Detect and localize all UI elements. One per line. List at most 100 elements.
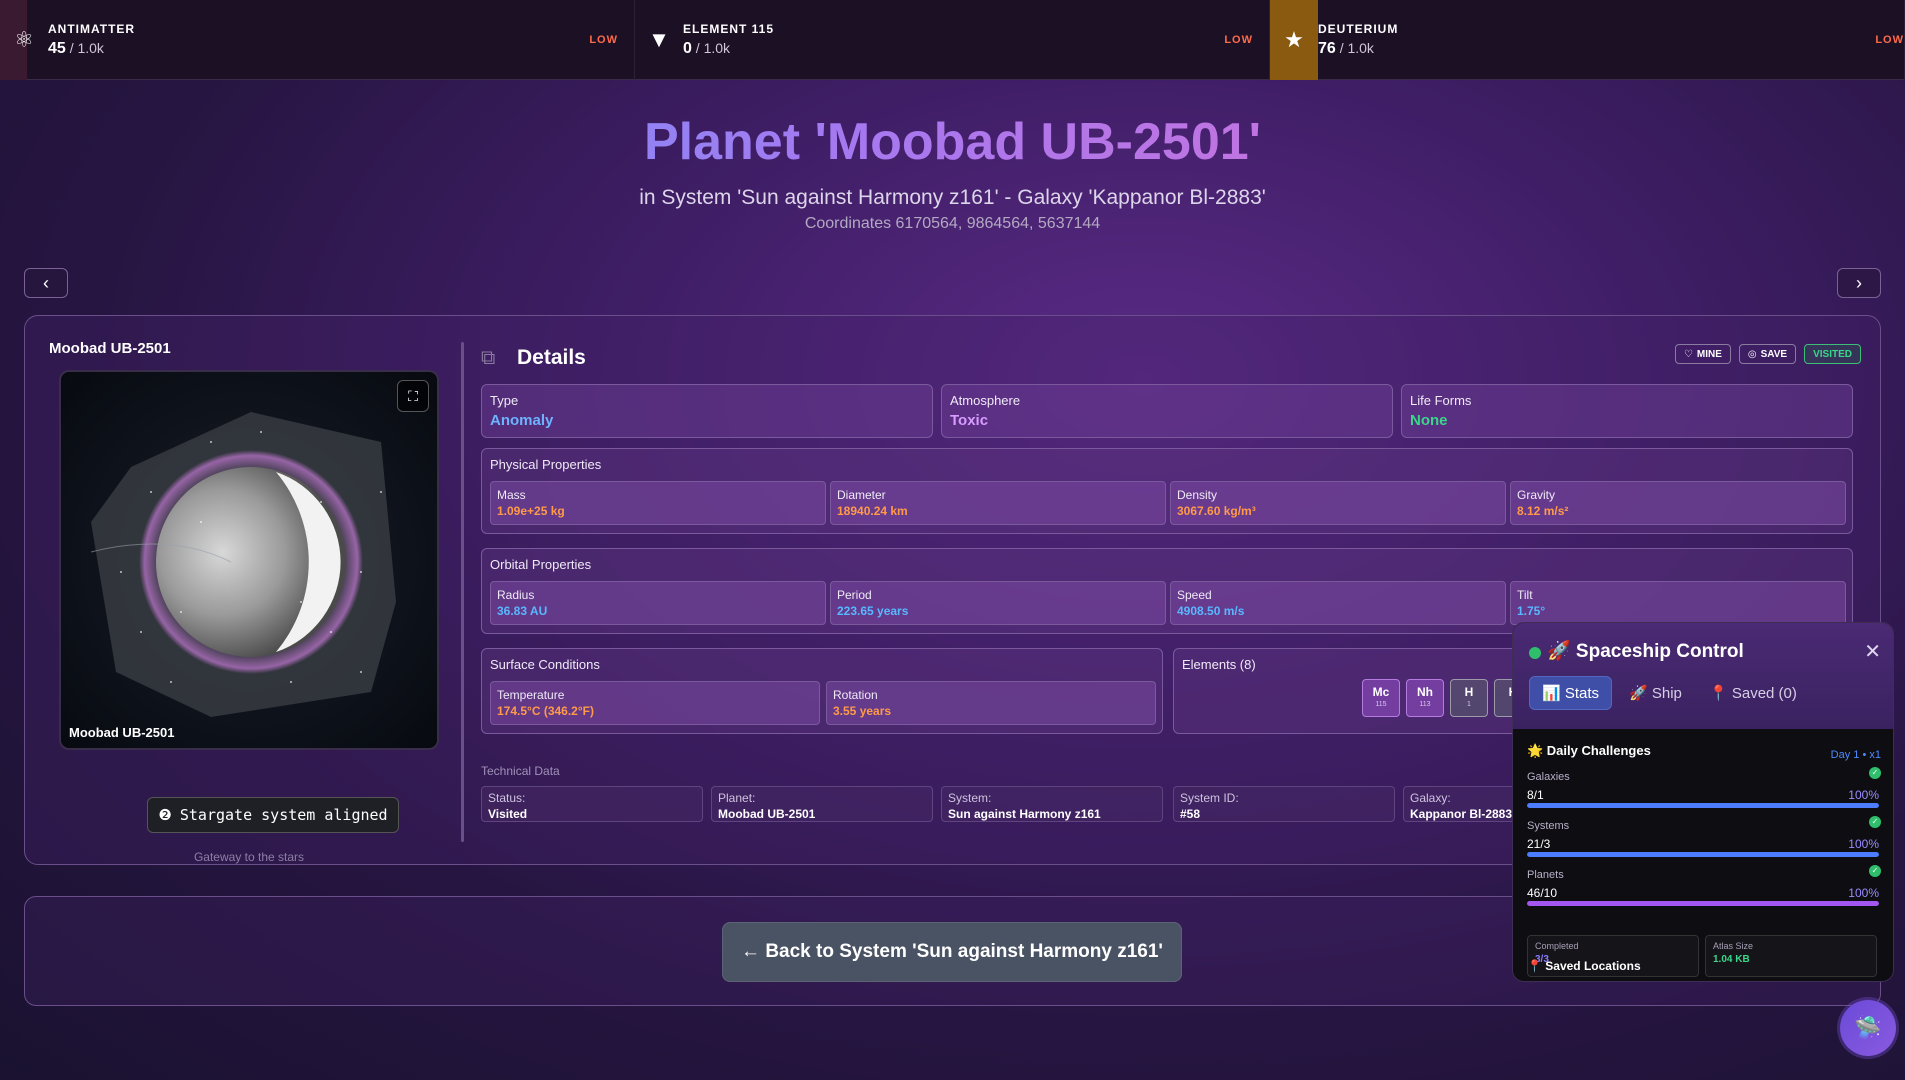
tilt-value: 1.75°	[1517, 604, 1546, 618]
close-icon[interactable]: ✕	[1864, 639, 1881, 664]
saved-locations-title: 📍 Saved Locations	[1527, 959, 1641, 973]
tab-ship[interactable]: 🚀 Ship	[1617, 676, 1694, 710]
radius-cell: Radius 36.83 AU	[490, 581, 826, 625]
temperature-value: 174.5°C (346.2°F)	[497, 704, 594, 718]
chevron-left-icon: ‹	[43, 272, 49, 293]
challenge-label: Galaxies	[1527, 771, 1570, 783]
period-value: 223.65 years	[837, 604, 909, 618]
resource-max: / 1.0k	[69, 40, 104, 56]
spaceship-header: 🚀 Spaceship Control ✕ 📊 Stats 🚀 Ship 📍 S…	[1513, 623, 1893, 729]
temperature-label: Temperature	[497, 688, 565, 702]
element-symbol: Mc	[1372, 685, 1390, 699]
expand-icon[interactable]: ⛶	[397, 380, 429, 412]
back-to-system-button[interactable]: ← Back to System 'Sun against Harmony z1…	[722, 922, 1182, 982]
challenge-galaxies: Galaxies 8/1 100% ✓	[1527, 767, 1881, 808]
rotation-value: 3.55 years	[833, 704, 892, 718]
element-number: 115	[1375, 701, 1387, 708]
challenge-systems: Systems 21/3 100% ✓	[1527, 816, 1881, 857]
gravity-label: Gravity	[1517, 488, 1556, 502]
challenge-planets: Planets 46/10 100% ✓	[1527, 865, 1881, 906]
challenge-progress	[1527, 852, 1879, 857]
tech-value: Visited	[488, 807, 528, 821]
star-icon: ★	[1284, 27, 1304, 52]
element-chip[interactable]: Nh 113	[1406, 679, 1444, 717]
save-label: SAVE	[1760, 348, 1788, 360]
mine-button[interactable]: ♡ MINE	[1674, 344, 1731, 364]
chevron-right-icon: ›	[1856, 272, 1862, 293]
atlas-label: Atlas Size	[1713, 941, 1754, 951]
resource-value: 45	[48, 40, 66, 57]
tech-label: System:	[948, 791, 992, 805]
element-number: 1	[1467, 701, 1471, 708]
element-chip[interactable]: H1	[1450, 679, 1488, 717]
resource-max: / 1.0k	[1339, 40, 1374, 56]
coordinates: Coordinates 6170564, 9864564, 5637144	[804, 215, 1101, 232]
triangle-icon: ▼	[648, 27, 670, 52]
tech-label: System ID:	[1180, 791, 1239, 805]
mine-label: MINE	[1696, 348, 1722, 360]
tech-system: System: Sun against Harmony z161	[941, 786, 1163, 822]
surface-title: Surface Conditions	[490, 657, 600, 672]
page-title: Planet 'Moobad UB-2501'	[0, 112, 1905, 172]
cube-icon: ⧉	[481, 347, 496, 369]
challenge-progress	[1527, 803, 1879, 808]
element-chip[interactable]: Mc 115	[1362, 679, 1400, 717]
radius-label: Radius	[497, 588, 535, 602]
stargate-button[interactable]: ❷ Stargate system aligned	[147, 797, 399, 833]
resource-element-115: ▼ ELEMENT 115 0 / 1.0k LOW	[635, 0, 1270, 80]
atom-icon: ⚛	[14, 27, 34, 52]
challenge-percent: 100%	[1848, 788, 1879, 802]
spaceship-title: 🚀 Spaceship Control	[1547, 641, 1744, 662]
spaceship-control-panel: 🚀 Spaceship Control ✕ 📊 Stats 🚀 Ship 📍 S…	[1512, 622, 1894, 982]
atmosphere-box: Atmosphere Toxic	[941, 384, 1393, 438]
tech-label: Planet:	[718, 791, 756, 805]
tech-system-id: System ID: #58	[1173, 786, 1395, 822]
tab-saved[interactable]: 📍 Saved (0)	[1697, 676, 1809, 710]
element-symbol: Nh	[1417, 685, 1433, 699]
challenge-percent: 100%	[1848, 886, 1879, 900]
next-planet-button[interactable]: ›	[1837, 268, 1881, 298]
tech-value: Sun against Harmony z161	[948, 807, 1101, 821]
heart-icon: ♡	[1683, 348, 1693, 360]
completed-label: Completed	[1535, 941, 1579, 951]
gateway-caption: Gateway to the stars	[193, 850, 305, 864]
challenge-label: Systems	[1527, 820, 1570, 832]
planet-image[interactable]: ⛶ Moobad UB-2501	[59, 370, 439, 750]
resource-name: DEUTERIUM	[1318, 22, 1399, 36]
gravity-cell: Gravity 8.12 m/s²	[1510, 481, 1846, 525]
spaceship-body: 🌟 Daily Challenges Day 1 • x1 Galaxies 8…	[1513, 729, 1893, 981]
check-icon: ✓	[1869, 865, 1881, 877]
density-label: Density	[1177, 488, 1218, 502]
planet-view-column: Moobad UB-2501 ⛶ Moobad UB-2501 ❷ Starga…	[49, 340, 469, 864]
period-label: Period	[837, 588, 872, 602]
type-box: Type Anomaly	[481, 384, 933, 438]
prev-planet-button[interactable]: ‹	[24, 268, 68, 298]
planet-caption: Moobad UB-2501	[69, 725, 175, 740]
surface-conditions: Surface Conditions Temperature 174.5°C (3…	[481, 648, 1163, 734]
atlas-size-box: Atlas Size 1.04 KB	[1705, 935, 1877, 977]
radius-value: 36.83 AU	[497, 604, 548, 618]
ufo-icon[interactable]: 🛸	[1840, 1000, 1896, 1056]
stargate-icon: ❷	[158, 806, 172, 824]
resource-value: 0	[683, 40, 692, 57]
save-button[interactable]: ◎ SAVE	[1738, 344, 1797, 364]
status-dot	[1529, 647, 1541, 659]
atmosphere-label: Atmosphere	[950, 393, 1021, 408]
element-number: 113	[1419, 701, 1431, 708]
challenge-value: 8/1	[1527, 788, 1544, 802]
resource-bar: ⚛ ANTIMATTER 45 / 1.0k LOW ▼ ELEMENT 115…	[0, 0, 1905, 80]
planet-name: Moobad UB-2501	[49, 340, 171, 357]
mass-value: 1.09e+25 kg	[497, 504, 565, 518]
atlas-value: 1.04 KB	[1713, 954, 1750, 965]
mass-cell: Mass 1.09e+25 kg	[490, 481, 826, 525]
tech-status: Status: Visited	[481, 786, 703, 822]
tab-stats[interactable]: 📊 Stats	[1529, 676, 1613, 710]
resource-status: LOW	[1224, 34, 1253, 46]
challenge-progress	[1527, 901, 1879, 906]
speed-value: 4908.50 m/s	[1177, 604, 1245, 618]
tilt-cell: Tilt 1.75°	[1510, 581, 1846, 625]
challenge-label: Planets	[1527, 869, 1564, 881]
stargate-label: Stargate system aligned	[179, 806, 388, 824]
physical-properties: Physical Properties Mass 1.09e+25 kg Diam…	[481, 448, 1853, 534]
life-forms-value: None	[1410, 412, 1448, 429]
